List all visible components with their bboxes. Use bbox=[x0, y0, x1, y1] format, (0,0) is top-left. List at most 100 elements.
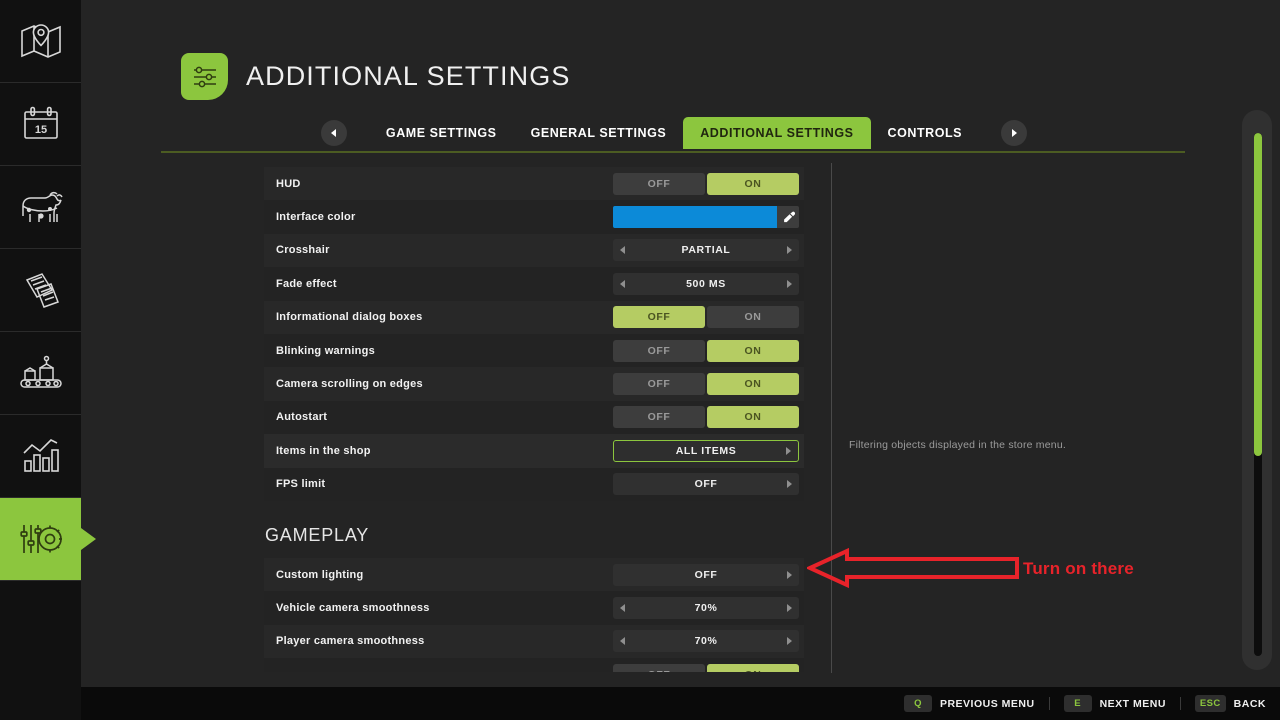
stepper-right-icon[interactable] bbox=[787, 604, 792, 612]
stepper-value: OFF bbox=[613, 478, 799, 490]
setting-label: Autostart bbox=[276, 411, 327, 423]
setting-row-blinking-warnings[interactable]: Blinking warnings OFF ON bbox=[264, 334, 804, 367]
page-title: ADDITIONAL SETTINGS bbox=[246, 61, 570, 92]
setting-row-hud[interactable]: HUD OFF ON bbox=[264, 167, 804, 200]
sidebar-item-animals[interactable] bbox=[0, 166, 81, 249]
sidebar-item-contracts[interactable] bbox=[0, 249, 81, 332]
setting-row-interface-color[interactable]: Interface color bbox=[264, 200, 804, 233]
fade-effect-stepper[interactable]: 500 MS bbox=[613, 273, 799, 295]
setting-label: Player camera smoothness bbox=[276, 635, 424, 647]
interface-color-control[interactable] bbox=[613, 206, 799, 228]
cow-icon bbox=[17, 188, 65, 226]
tab-next-button[interactable] bbox=[1001, 120, 1027, 146]
player-camera-smoothness-stepper[interactable]: 70% bbox=[613, 630, 799, 652]
toggle-on[interactable]: ON bbox=[707, 173, 799, 195]
sidebar-item-statistics[interactable] bbox=[0, 415, 81, 498]
hint-back[interactable]: ESC BACK bbox=[1195, 695, 1266, 712]
toggle-on[interactable]: ON bbox=[707, 306, 799, 328]
stepper-right-icon[interactable] bbox=[787, 280, 792, 288]
panel-divider bbox=[831, 163, 832, 673]
main-content: ADDITIONAL SETTINGS GAME SETTINGS GENERA… bbox=[81, 0, 1280, 720]
tab-underline bbox=[161, 151, 1185, 153]
tab-game-settings[interactable]: GAME SETTINGS bbox=[369, 117, 514, 149]
blinking-warnings-toggle[interactable]: OFF ON bbox=[613, 340, 799, 362]
settings-list: HUD OFF ON Interface color bbox=[264, 167, 804, 672]
sidebar-item-calendar[interactable]: 15 bbox=[0, 83, 81, 166]
stepper-value: PARTIAL bbox=[613, 244, 799, 256]
stepper-left-icon[interactable] bbox=[620, 604, 625, 612]
setting-row-fps-limit[interactable]: FPS limit OFF bbox=[264, 468, 804, 501]
toggle-off[interactable]: OFF bbox=[613, 406, 705, 428]
toggle-on[interactable]: ON bbox=[707, 340, 799, 362]
color-picker-icon[interactable] bbox=[777, 206, 799, 228]
sidebar-spacer bbox=[0, 581, 81, 720]
stepper-left-icon[interactable] bbox=[620, 246, 625, 254]
stepper-right-icon[interactable] bbox=[787, 480, 792, 488]
setting-row-camera-scrolling-on-edges[interactable]: Camera scrolling on edges OFF ON bbox=[264, 367, 804, 400]
stepper-left-icon[interactable] bbox=[620, 637, 625, 645]
left-sidebar: 15 bbox=[0, 0, 81, 720]
sidebar-item-map[interactable] bbox=[0, 0, 81, 83]
informational-dialog-boxes-toggle[interactable]: OFF ON bbox=[613, 306, 799, 328]
hud-toggle[interactable]: OFF ON bbox=[613, 173, 799, 195]
toggle-off[interactable]: OFF bbox=[613, 306, 705, 328]
setting-label: Fade effect bbox=[276, 278, 337, 290]
tab-prev-button[interactable] bbox=[321, 120, 347, 146]
stepper-value: 500 MS bbox=[613, 278, 799, 290]
left-arrow-annotation-icon bbox=[807, 546, 1022, 590]
fps-limit-stepper[interactable]: OFF bbox=[613, 473, 799, 495]
setting-row-vehicle-camera-smoothness[interactable]: Vehicle camera smoothness 70% bbox=[264, 591, 804, 624]
page-header: ADDITIONAL SETTINGS bbox=[181, 53, 570, 100]
setting-row-informational-dialog-boxes[interactable]: Informational dialog boxes OFF ON bbox=[264, 301, 804, 334]
items-in-the-shop-stepper[interactable]: ALL ITEMS bbox=[613, 440, 799, 462]
bar-chart-icon bbox=[19, 437, 63, 475]
partial-row-toggle[interactable]: OFF ON bbox=[613, 664, 799, 672]
sidebar-item-production[interactable] bbox=[0, 332, 81, 415]
sidebar-item-settings[interactable] bbox=[0, 498, 81, 581]
stepper-right-icon[interactable] bbox=[787, 246, 792, 254]
setting-row-autostart[interactable]: Autostart OFF ON bbox=[264, 401, 804, 434]
stepper-value: ALL ITEMS bbox=[614, 445, 798, 457]
setting-label: Vehicle camera smoothness bbox=[276, 602, 430, 614]
tab-additional-settings[interactable]: ADDITIONAL SETTINGS bbox=[683, 117, 870, 149]
toggle-on[interactable]: ON bbox=[707, 664, 799, 672]
setting-row-player-camera-smoothness[interactable]: Player camera smoothness 70% bbox=[264, 625, 804, 658]
setting-row-custom-lighting[interactable]: Custom lighting OFF bbox=[264, 558, 804, 591]
toggle-on[interactable]: ON bbox=[707, 373, 799, 395]
hint-separator bbox=[1180, 697, 1181, 710]
autostart-toggle[interactable]: OFF ON bbox=[613, 406, 799, 428]
setting-row-fade-effect[interactable]: Fade effect 500 MS bbox=[264, 267, 804, 300]
conveyor-icon bbox=[18, 354, 64, 392]
toggle-off[interactable]: OFF bbox=[613, 373, 705, 395]
tab-bar: GAME SETTINGS GENERAL SETTINGS ADDITIONA… bbox=[162, 116, 1186, 151]
toggle-off[interactable]: OFF bbox=[613, 664, 705, 672]
color-swatch[interactable] bbox=[613, 206, 777, 228]
tab-controls[interactable]: CONTROLS bbox=[871, 117, 980, 149]
toggle-off[interactable]: OFF bbox=[613, 173, 705, 195]
key-badge: E bbox=[1064, 695, 1092, 712]
stepper-left-icon[interactable] bbox=[620, 280, 625, 288]
hint-separator bbox=[1049, 697, 1050, 710]
toggle-off[interactable]: OFF bbox=[613, 340, 705, 362]
hint-next-menu[interactable]: E NEXT MENU bbox=[1064, 695, 1166, 712]
stepper-right-icon[interactable] bbox=[786, 447, 791, 455]
hint-label: BACK bbox=[1234, 698, 1266, 710]
documents-icon bbox=[20, 270, 62, 310]
setting-row-items-in-the-shop[interactable]: Items in the shop ALL ITEMS bbox=[264, 434, 804, 467]
hint-previous-menu[interactable]: Q PREVIOUS MENU bbox=[904, 695, 1035, 712]
tab-general-settings[interactable]: GENERAL SETTINGS bbox=[514, 117, 684, 149]
scrollbar-thumb[interactable] bbox=[1254, 133, 1262, 456]
toggle-on[interactable]: ON bbox=[707, 406, 799, 428]
setting-row-crosshair[interactable]: Crosshair PARTIAL bbox=[264, 234, 804, 267]
stepper-right-icon[interactable] bbox=[787, 637, 792, 645]
camera-scrolling-toggle[interactable]: OFF ON bbox=[613, 373, 799, 395]
svg-text:15: 15 bbox=[34, 124, 46, 136]
stepper-right-icon[interactable] bbox=[787, 571, 792, 579]
setting-row-partial[interactable]: OFF ON bbox=[264, 658, 804, 672]
crosshair-stepper[interactable]: PARTIAL bbox=[613, 239, 799, 261]
custom-lighting-stepper[interactable]: OFF bbox=[613, 564, 799, 586]
vehicle-camera-smoothness-stepper[interactable]: 70% bbox=[613, 597, 799, 619]
calendar-15-icon: 15 bbox=[21, 105, 61, 143]
scrollbar-track[interactable] bbox=[1254, 133, 1262, 656]
setting-label: Interface color bbox=[276, 211, 356, 223]
